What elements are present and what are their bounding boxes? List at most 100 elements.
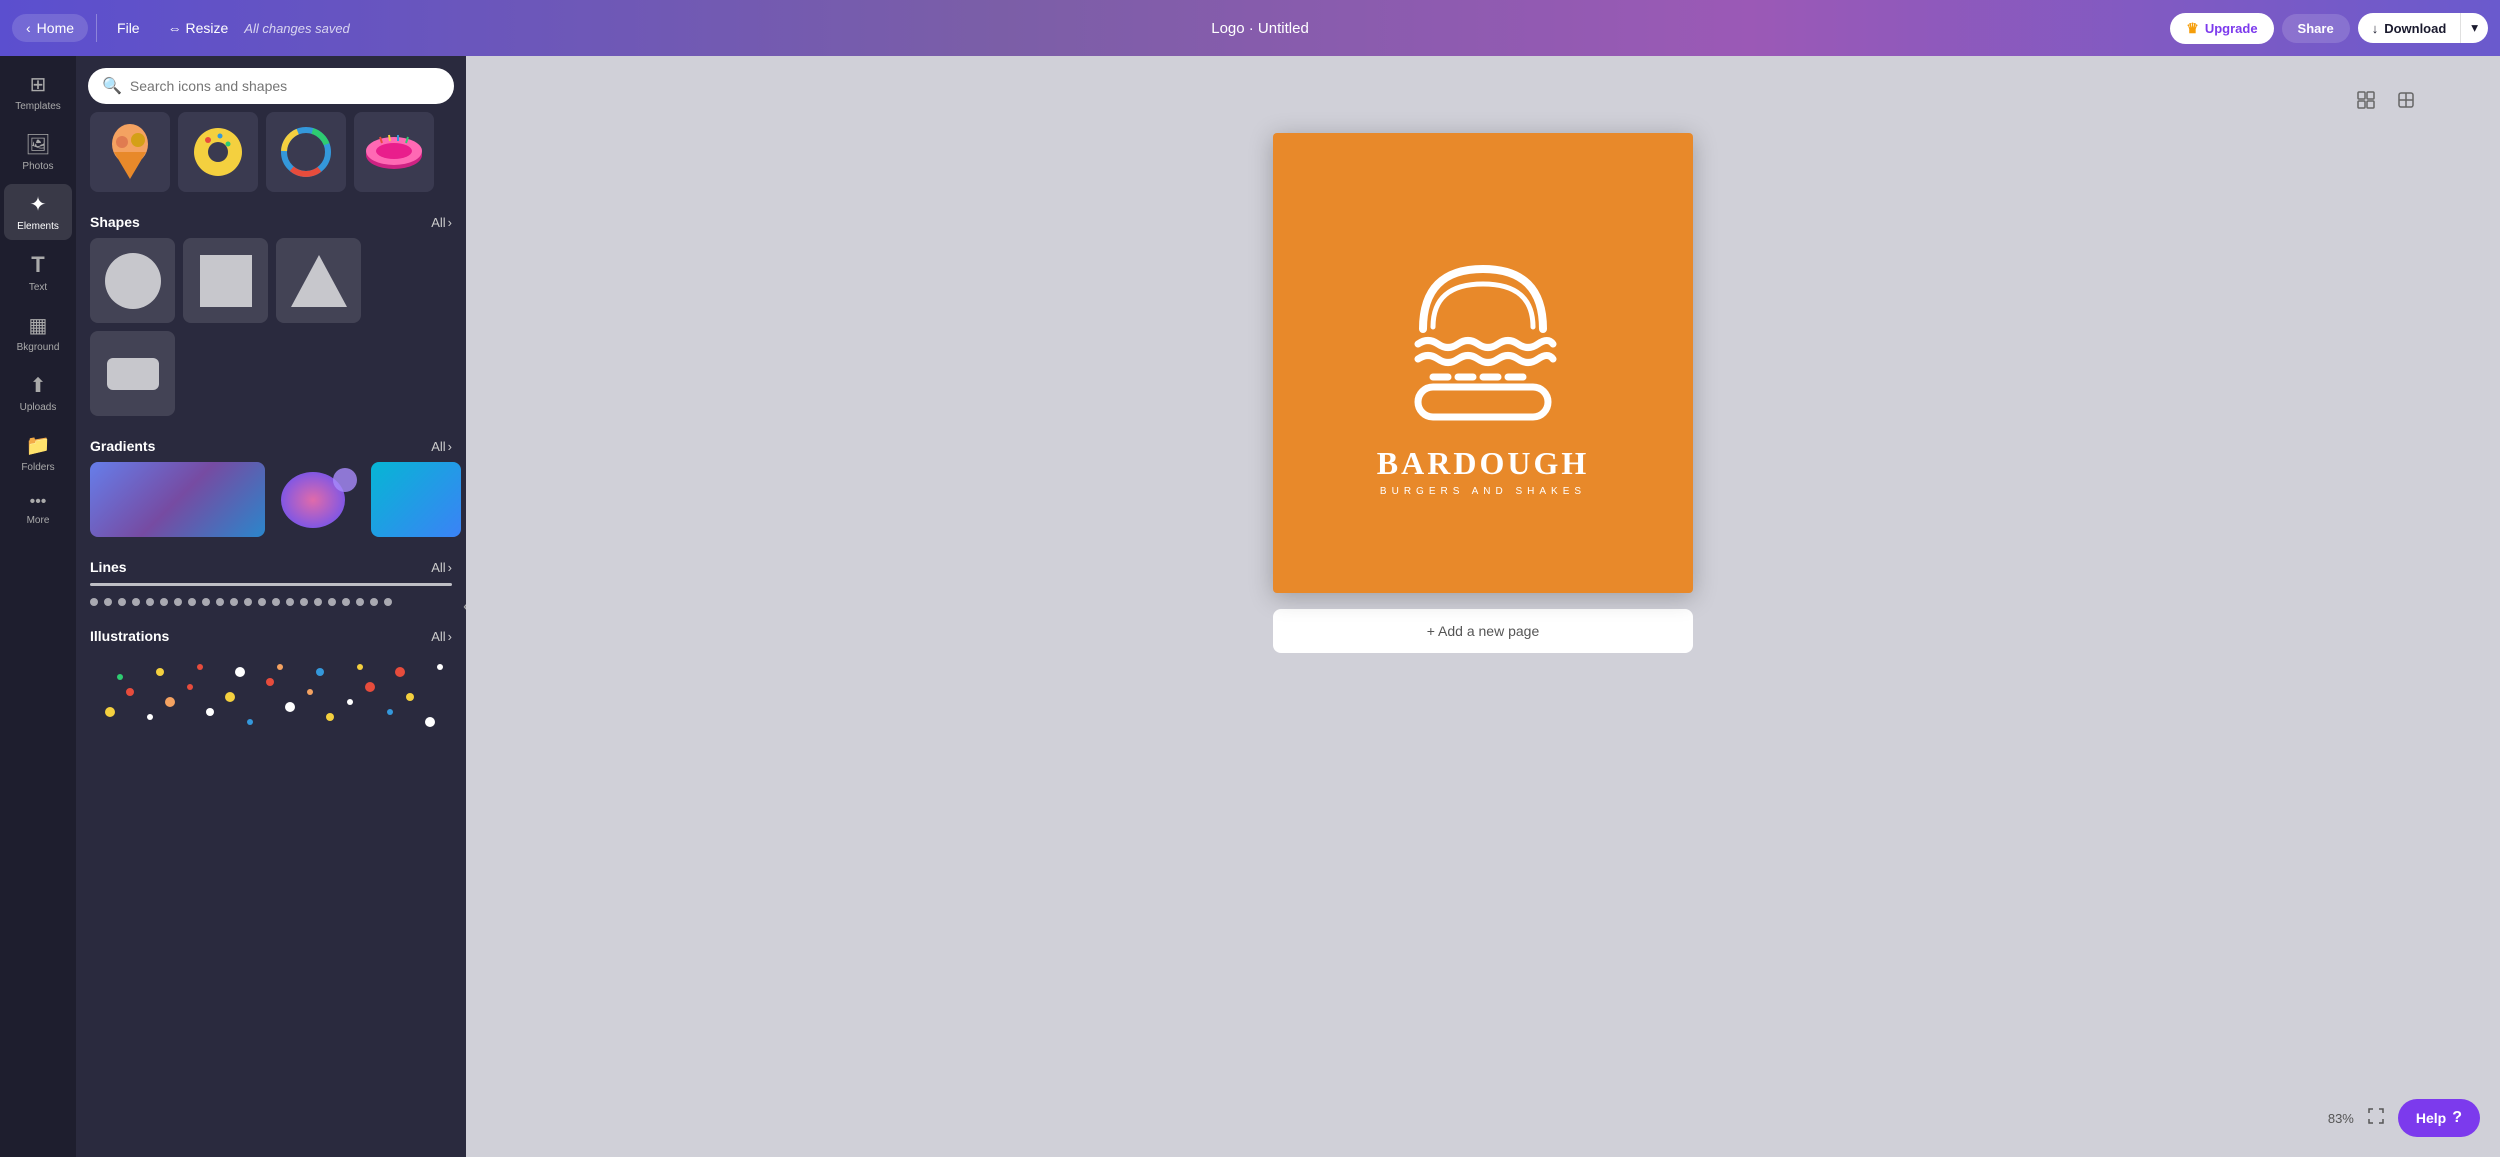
fullscreen-button[interactable] xyxy=(2362,1104,2390,1133)
search-bar: 🔍 xyxy=(76,56,466,112)
resize-menu-button[interactable]: ⇔ Resize xyxy=(156,14,241,42)
illustrations-all-link[interactable]: All › xyxy=(431,629,452,644)
home-label: Home xyxy=(37,20,74,36)
sidebar-item-templates[interactable]: ⊞ Templates xyxy=(4,64,72,120)
file-menu-button[interactable]: File xyxy=(105,14,152,42)
lines-title: Lines xyxy=(90,559,127,575)
main-layout: ⊞ Templates 🖼 Photos ✦ Elements T Text ▦… xyxy=(0,56,2500,1157)
shapes-title: Shapes xyxy=(90,214,140,230)
canvas-tool-btn-1[interactable] xyxy=(2352,86,2380,117)
sticker-thumb-ring[interactable] xyxy=(266,112,346,192)
search-input[interactable] xyxy=(130,78,440,94)
shape-circle[interactable] xyxy=(90,238,175,323)
top-preview-row xyxy=(76,112,466,202)
sidebar-item-elements[interactable]: ✦ Elements xyxy=(4,184,72,240)
sidebar-item-photos[interactable]: 🖼 Photos xyxy=(4,124,72,180)
lines-section-header: Lines All › xyxy=(76,547,466,583)
sidebar-item-bkground[interactable]: ▦ Bkground xyxy=(4,305,72,361)
illustrations-scatter xyxy=(76,652,466,732)
shapes-grid xyxy=(76,238,466,426)
triangle-svg xyxy=(289,251,349,311)
chevron-right-icon: › xyxy=(448,215,452,230)
shape-rounded-rect[interactable] xyxy=(90,331,175,416)
chevron-left-icon: ‹ xyxy=(26,20,31,36)
shape-triangle[interactable] xyxy=(276,238,361,323)
autosave-status: All changes saved xyxy=(244,21,350,36)
design-canvas[interactable]: BARDOUGH BURGERS AND SHAKES xyxy=(1273,133,1693,593)
square-svg xyxy=(196,251,256,311)
sticker-thumb-donut[interactable] xyxy=(178,112,258,192)
zoom-level: 83% xyxy=(2328,1111,2354,1126)
chevron-right-icon2: › xyxy=(448,439,452,454)
gradients-row xyxy=(76,462,466,547)
gradient-teal[interactable] xyxy=(371,462,461,537)
scatter-svg xyxy=(90,652,450,732)
canvas-tool-btn-2[interactable] xyxy=(2392,86,2420,117)
shape-square[interactable] xyxy=(183,238,268,323)
brand-name: BARDOUGH xyxy=(1377,445,1589,482)
donut-svg xyxy=(190,124,246,180)
burger-logo-svg xyxy=(1383,229,1583,429)
canvas-area: BARDOUGH BURGERS AND SHAKES + Add a new … xyxy=(466,56,2500,1157)
share-button[interactable]: Share xyxy=(2282,14,2350,43)
bkground-icon: ▦ xyxy=(29,313,48,338)
document-title[interactable]: Logo · Untitled xyxy=(1211,20,1309,37)
chevron-down-icon: ▾ xyxy=(2471,20,2478,35)
download-button[interactable]: ↓ Download xyxy=(2358,14,2461,43)
download-button-group: ↓ Download ▾ xyxy=(2358,13,2488,43)
sticker-thumb-ice-cream[interactable] xyxy=(90,112,170,192)
line-solid[interactable] xyxy=(90,583,452,586)
search-icon: 🔍 xyxy=(102,76,122,96)
search-input-wrap: 🔍 xyxy=(88,68,454,104)
sticker-thumb-pastry[interactable] xyxy=(354,112,434,192)
gradient-blob[interactable] xyxy=(273,462,363,537)
resize-icon: ⇔ xyxy=(168,20,186,36)
illustrations-section-header: Illustrations All › xyxy=(76,616,466,652)
pastry-svg xyxy=(364,127,424,177)
hide-panel-button[interactable]: ‹ xyxy=(452,583,466,631)
icon-rail: ⊞ Templates 🖼 Photos ✦ Elements T Text ▦… xyxy=(0,56,76,1157)
dot xyxy=(90,598,98,606)
home-button[interactable]: ‹ Home xyxy=(12,14,88,42)
crown-icon: ♛ xyxy=(2186,20,2199,37)
download-dropdown-arrow[interactable]: ▾ xyxy=(2460,13,2488,43)
elements-panel: 🔍 xyxy=(76,56,466,1157)
illustrations-title: Illustrations xyxy=(90,628,169,644)
folders-icon: 📁 xyxy=(26,433,51,458)
gradients-all-link[interactable]: All › xyxy=(431,439,452,454)
shapes-all-link[interactable]: All › xyxy=(431,215,452,230)
topbar-divider xyxy=(96,14,97,42)
rounded-rect-svg xyxy=(103,344,163,404)
sidebar-item-more[interactable]: ••• More xyxy=(4,485,72,534)
sidebar-item-folders[interactable]: 📁 Folders xyxy=(4,425,72,481)
uploads-icon: ⬆ xyxy=(30,373,47,398)
sidebar-item-text[interactable]: T Text xyxy=(4,244,72,301)
sidebar-item-uploads[interactable]: ⬆ Uploads xyxy=(4,365,72,421)
text-icon: T xyxy=(31,252,44,278)
lines-all-link[interactable]: All › xyxy=(431,560,452,575)
brand-sub: BURGERS AND SHAKES xyxy=(1380,486,1586,497)
shapes-section-header: Shapes All › xyxy=(76,202,466,238)
photos-icon: 🖼 xyxy=(25,132,50,157)
ice-cream-svg xyxy=(108,124,152,180)
gradients-title: Gradients xyxy=(90,438,155,454)
gradient-blue[interactable] xyxy=(90,462,265,537)
add-page-button[interactable]: + Add a new page xyxy=(1273,609,1693,653)
circle-svg xyxy=(103,251,163,311)
upgrade-button[interactable]: ♛ Upgrade xyxy=(2170,13,2273,44)
chevron-left-icon2: ‹ xyxy=(463,596,466,617)
panel-scroll: Shapes All › xyxy=(76,112,466,1157)
ring-svg xyxy=(278,124,334,180)
help-button[interactable]: Help ? xyxy=(2398,1099,2480,1137)
bottom-right-controls: 83% Help ? xyxy=(2328,1099,2480,1137)
topbar-left: ‹ Home File ⇔ Resize All changes saved xyxy=(12,14,350,42)
download-icon: ↓ xyxy=(2372,21,2379,36)
topbar-right: ♛ Upgrade Share ↓ Download ▾ xyxy=(2170,13,2488,44)
help-question-mark: ? xyxy=(2452,1109,2462,1127)
canvas-tool-icon-1 xyxy=(2356,90,2376,110)
fullscreen-icon xyxy=(2368,1108,2384,1124)
canvas-toolbar-row xyxy=(2352,86,2420,117)
line-dotted[interactable] xyxy=(90,598,452,606)
lines-col xyxy=(76,583,466,616)
chevron-right-icon4: › xyxy=(448,629,452,644)
